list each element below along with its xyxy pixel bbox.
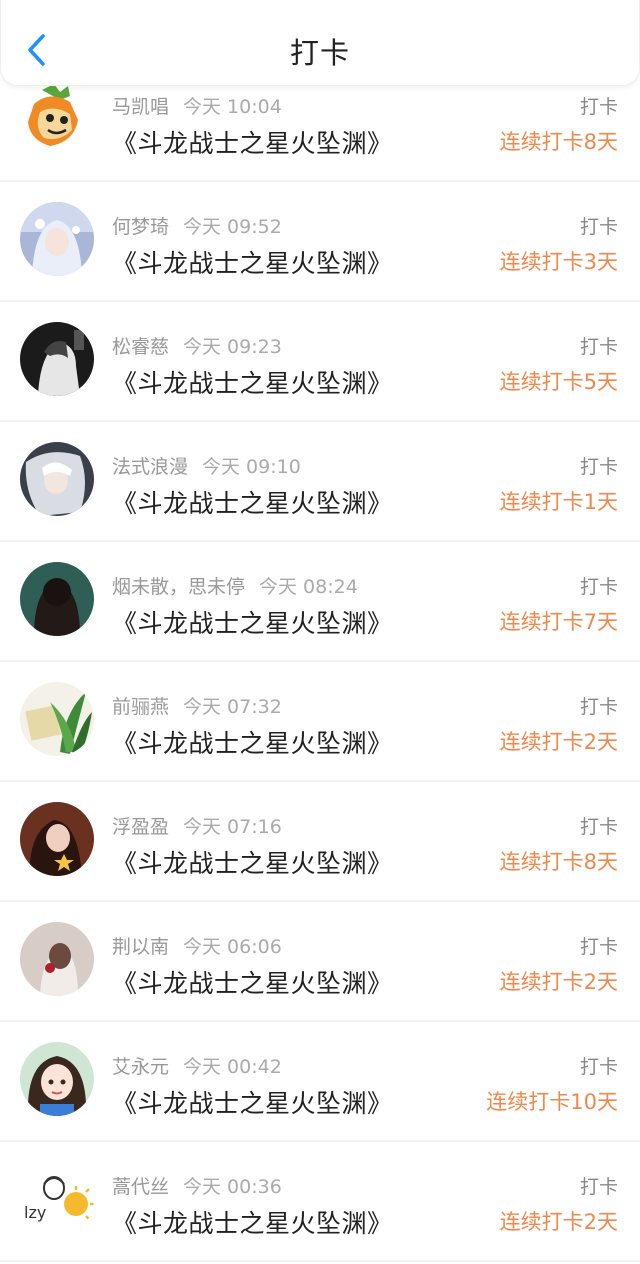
book-title[interactable]: 《斗龙战士之星火坠渊》: [112, 124, 393, 160]
user-name-line: 浮盈盈 今天 07:16: [112, 812, 282, 839]
book-title[interactable]: 《斗龙战士之星火坠渊》: [112, 1084, 393, 1120]
user-name-line: 荆以南 今天 06:06: [112, 932, 282, 959]
list-item[interactable]: 法式浪漫 今天 09:10 《斗龙战士之星火坠渊》 打卡 连续打卡1天: [0, 422, 640, 542]
checkin-time: 今天 10:04: [183, 96, 282, 118]
user-name[interactable]: 何梦琦: [112, 216, 169, 238]
checkin-page: 马凯唱 今天 10:04 《斗龙战士之星火坠渊》 打卡 连续打卡8天 何梦琦 今天 …: [0, 0, 640, 1264]
book-title[interactable]: 《斗龙战士之星火坠渊》: [112, 844, 393, 880]
lzy-sketch-avatar-icon: lzy: [20, 1162, 94, 1236]
checkin-label: 打卡: [579, 1056, 618, 1078]
user-name-line: 法式浪漫 今天 09:10: [112, 452, 301, 479]
list-item[interactable]: 松睿慈 今天 09:23 《斗龙战士之星火坠渊》 打卡 连续打卡5天: [0, 302, 640, 422]
checkin-label: 打卡: [579, 336, 618, 358]
checkin-time: 今天 07:32: [183, 696, 282, 718]
checkin-label: 打卡: [579, 816, 618, 838]
svg-text:lzy: lzy: [24, 1203, 46, 1222]
user-name[interactable]: 艾永元: [112, 1056, 169, 1078]
avatar[interactable]: [20, 202, 94, 276]
carrot-cartoon-avatar-icon: [20, 80, 94, 154]
book-title[interactable]: 《斗龙战士之星火坠渊》: [112, 604, 393, 640]
book-title[interactable]: 《斗龙战士之星火坠渊》: [112, 964, 393, 1000]
girl-flower-avatar-icon: [20, 922, 94, 996]
avatar[interactable]: [20, 322, 94, 396]
anime-boy-avatar-icon: [20, 442, 94, 516]
streak-label: 连续打卡10天: [486, 1090, 618, 1114]
streak-label: 连续打卡8天: [499, 130, 618, 154]
checkin-time: 今天 08:24: [259, 576, 358, 598]
user-name-line: 艾永元 今天 00:42: [112, 1052, 282, 1079]
book-title[interactable]: 《斗龙战士之星火坠渊》: [112, 724, 393, 760]
user-name-line: 烟未散，思未停 今天 08:24: [112, 572, 358, 599]
checkin-label: 打卡: [579, 216, 618, 238]
plant-photo-avatar-icon: [20, 682, 94, 756]
checkin-label: 打卡: [579, 1176, 618, 1198]
checkin-time: 今天 09:10: [202, 456, 301, 478]
avatar[interactable]: lzy: [20, 1162, 94, 1236]
checkin-label: 打卡: [579, 696, 618, 718]
user-name-line: 前骊燕 今天 07:32: [112, 692, 282, 719]
user-name[interactable]: 前骊燕: [112, 696, 169, 718]
avatar[interactable]: [20, 80, 94, 154]
checkin-time: 今天 09:52: [183, 216, 282, 238]
list-item[interactable]: 艾永元 今天 00:42 《斗龙战士之星火坠渊》 打卡 连续打卡10天: [0, 1022, 640, 1142]
avatar[interactable]: [20, 682, 94, 756]
streak-label: 连续打卡2天: [499, 730, 618, 754]
avatar[interactable]: [20, 922, 94, 996]
streak-label: 连续打卡2天: [499, 970, 618, 994]
book-title[interactable]: 《斗龙战士之星火坠渊》: [112, 1204, 393, 1240]
user-name[interactable]: 法式浪漫: [112, 456, 188, 478]
list-item[interactable]: 何梦琦 今天 09:52 《斗龙战士之星火坠渊》 打卡 连续打卡3天: [0, 182, 640, 302]
checkin-time: 今天 07:16: [183, 816, 282, 838]
list-item[interactable]: 浮盈盈 今天 07:16 《斗龙战士之星火坠渊》 打卡 连续打卡8天: [0, 782, 640, 902]
user-name-line: 松睿慈 今天 09:23: [112, 332, 282, 359]
page-title: 打卡: [289, 36, 350, 70]
list-item[interactable]: 烟未散，思未停 今天 08:24 《斗龙战士之星火坠渊》 打卡 连续打卡7天: [0, 542, 640, 662]
book-title[interactable]: 《斗龙战士之星火坠渊》: [112, 364, 393, 400]
checkin-label: 打卡: [579, 96, 618, 118]
streak-label: 连续打卡2天: [499, 1210, 618, 1234]
avatar[interactable]: [20, 1042, 94, 1116]
checkin-time: 今天 06:06: [183, 936, 282, 958]
avatar[interactable]: [20, 442, 94, 516]
checkin-label: 打卡: [579, 456, 618, 478]
top-nav-bar: 打卡: [0, 0, 640, 86]
checkin-label: 打卡: [579, 576, 618, 598]
book-title[interactable]: 《斗龙战士之星火坠渊》: [112, 244, 393, 280]
checkin-time: 今天 00:36: [183, 1176, 282, 1198]
streak-label: 连续打卡1天: [499, 490, 618, 514]
girl-back-avatar-icon: [20, 562, 94, 636]
streak-label: 连续打卡7天: [499, 610, 618, 634]
list-item[interactable]: 前骊燕 今天 07:32 《斗龙战士之星火坠渊》 打卡 连续打卡2天: [0, 662, 640, 782]
streak-label: 连续打卡3天: [499, 250, 618, 274]
cartoon-girl-avatar-icon: [20, 1042, 94, 1116]
user-name[interactable]: 马凯唱: [112, 96, 169, 118]
avatar[interactable]: [20, 562, 94, 636]
checkin-time: 今天 09:23: [183, 336, 282, 358]
avatar[interactable]: [20, 802, 94, 876]
user-name[interactable]: 烟未散，思未停: [112, 576, 245, 598]
user-name[interactable]: 蒿代丝: [112, 1176, 169, 1198]
anime-girl-avatar-icon: [20, 202, 94, 276]
streak-label: 连续打卡5天: [499, 370, 618, 394]
user-name[interactable]: 荆以南: [112, 936, 169, 958]
black-white-photo-avatar-icon: [20, 322, 94, 396]
streak-label: 连续打卡8天: [499, 850, 618, 874]
checkin-label: 打卡: [579, 936, 618, 958]
book-title[interactable]: 《斗龙战士之星火坠渊》: [112, 484, 393, 520]
girl-star-avatar-icon: [20, 802, 94, 876]
list-item[interactable]: lzy 蒿代丝 今天 00:36 《斗龙战士之星火坠渊》 打卡 连续打卡2天: [0, 1142, 640, 1262]
user-name-line: 蒿代丝 今天 00:36: [112, 1172, 282, 1199]
user-name-line: 马凯唱 今天 10:04: [112, 92, 282, 119]
checkin-time: 今天 00:42: [183, 1056, 282, 1078]
user-name[interactable]: 浮盈盈: [112, 816, 169, 838]
user-name[interactable]: 松睿慈: [112, 336, 169, 358]
user-name-line: 何梦琦 今天 09:52: [112, 212, 282, 239]
list-item[interactable]: 荆以南 今天 06:06 《斗龙战士之星火坠渊》 打卡 连续打卡2天: [0, 902, 640, 1022]
